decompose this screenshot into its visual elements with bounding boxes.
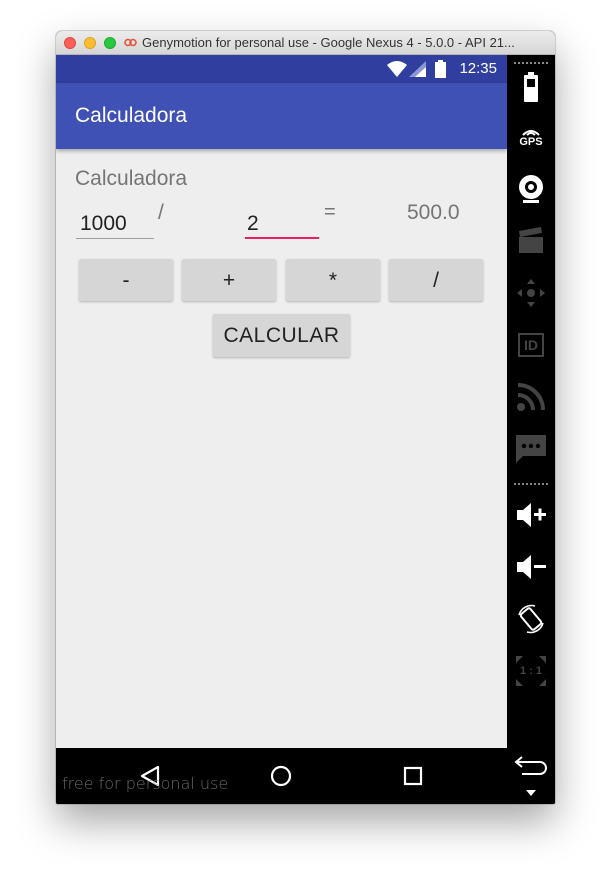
capture-icon[interactable] [507,221,555,261]
battery-icon [435,60,446,78]
window-title: Genymotion for personal use - Google Nex… [142,35,515,50]
operand-a-input[interactable]: 1000 [76,205,154,239]
device-id-label: ID [524,337,538,353]
divide-button[interactable]: / [389,259,483,301]
zoom-window-button[interactable] [104,37,116,49]
signal-icon [409,61,426,77]
gps-icon[interactable]: GPS [507,117,555,157]
genymotion-logo-icon [124,38,137,47]
emulator-window: Genymotion for personal use - Google Nex… [56,31,555,804]
operator-label: / [158,201,164,224]
minimize-window-button[interactable] [84,37,96,49]
calculate-button[interactable]: CALCULAR [213,314,350,357]
remote-control-icon[interactable] [507,273,555,313]
title-bar: Genymotion for personal use - Google Nex… [56,31,555,55]
operand-b-input[interactable]: 2 [245,205,319,239]
android-screen: 12:35 Calculadora Calculadora 1000 / 2 =… [56,55,507,804]
webcam-icon[interactable] [507,169,555,209]
sms-icon[interactable] [507,429,555,469]
network-icon[interactable] [507,377,555,417]
app-title: Calculadora [75,104,188,127]
more-icon[interactable] [507,785,555,801]
device-id-icon[interactable]: ID [507,325,555,365]
battery-widget-icon[interactable] [507,67,555,107]
scale-icon[interactable]: 1 : 1 [507,651,555,691]
home-icon[interactable] [266,761,296,791]
volume-up-icon[interactable] [507,495,555,535]
multiply-button[interactable]: * [286,259,380,301]
recents-icon[interactable] [398,761,428,791]
operand-b-value: 2 [247,212,259,235]
status-time: 12:35 [459,60,497,77]
personal-use-watermark: free for personal use [62,774,229,793]
operand-a-value: 1000 [80,212,127,235]
back-icon[interactable] [507,745,555,785]
rotate-icon[interactable] [507,599,555,639]
toolbar-separator [514,483,548,488]
calculator-label: Calculadora [75,167,188,190]
plus-button[interactable]: + [182,259,276,301]
volume-down-icon[interactable] [507,547,555,587]
equals-label: = [324,201,336,223]
scale-label: 1 : 1 [519,665,542,677]
status-bar: 12:35 [56,55,507,83]
minus-button[interactable]: - [79,259,173,301]
result-value: 500.0 [407,201,460,224]
genymotion-toolbar: GPS ID 1: 1 [507,55,555,804]
wifi-icon [387,61,407,77]
calculator-content: Calculadora 1000 / 2 = 500.0 - + * / CAL… [56,149,507,748]
gps-label: GPS [519,136,543,148]
app-bar: Calculadora [56,83,507,149]
navigation-bar: free for personal use [56,748,507,804]
close-window-button[interactable] [64,37,76,49]
